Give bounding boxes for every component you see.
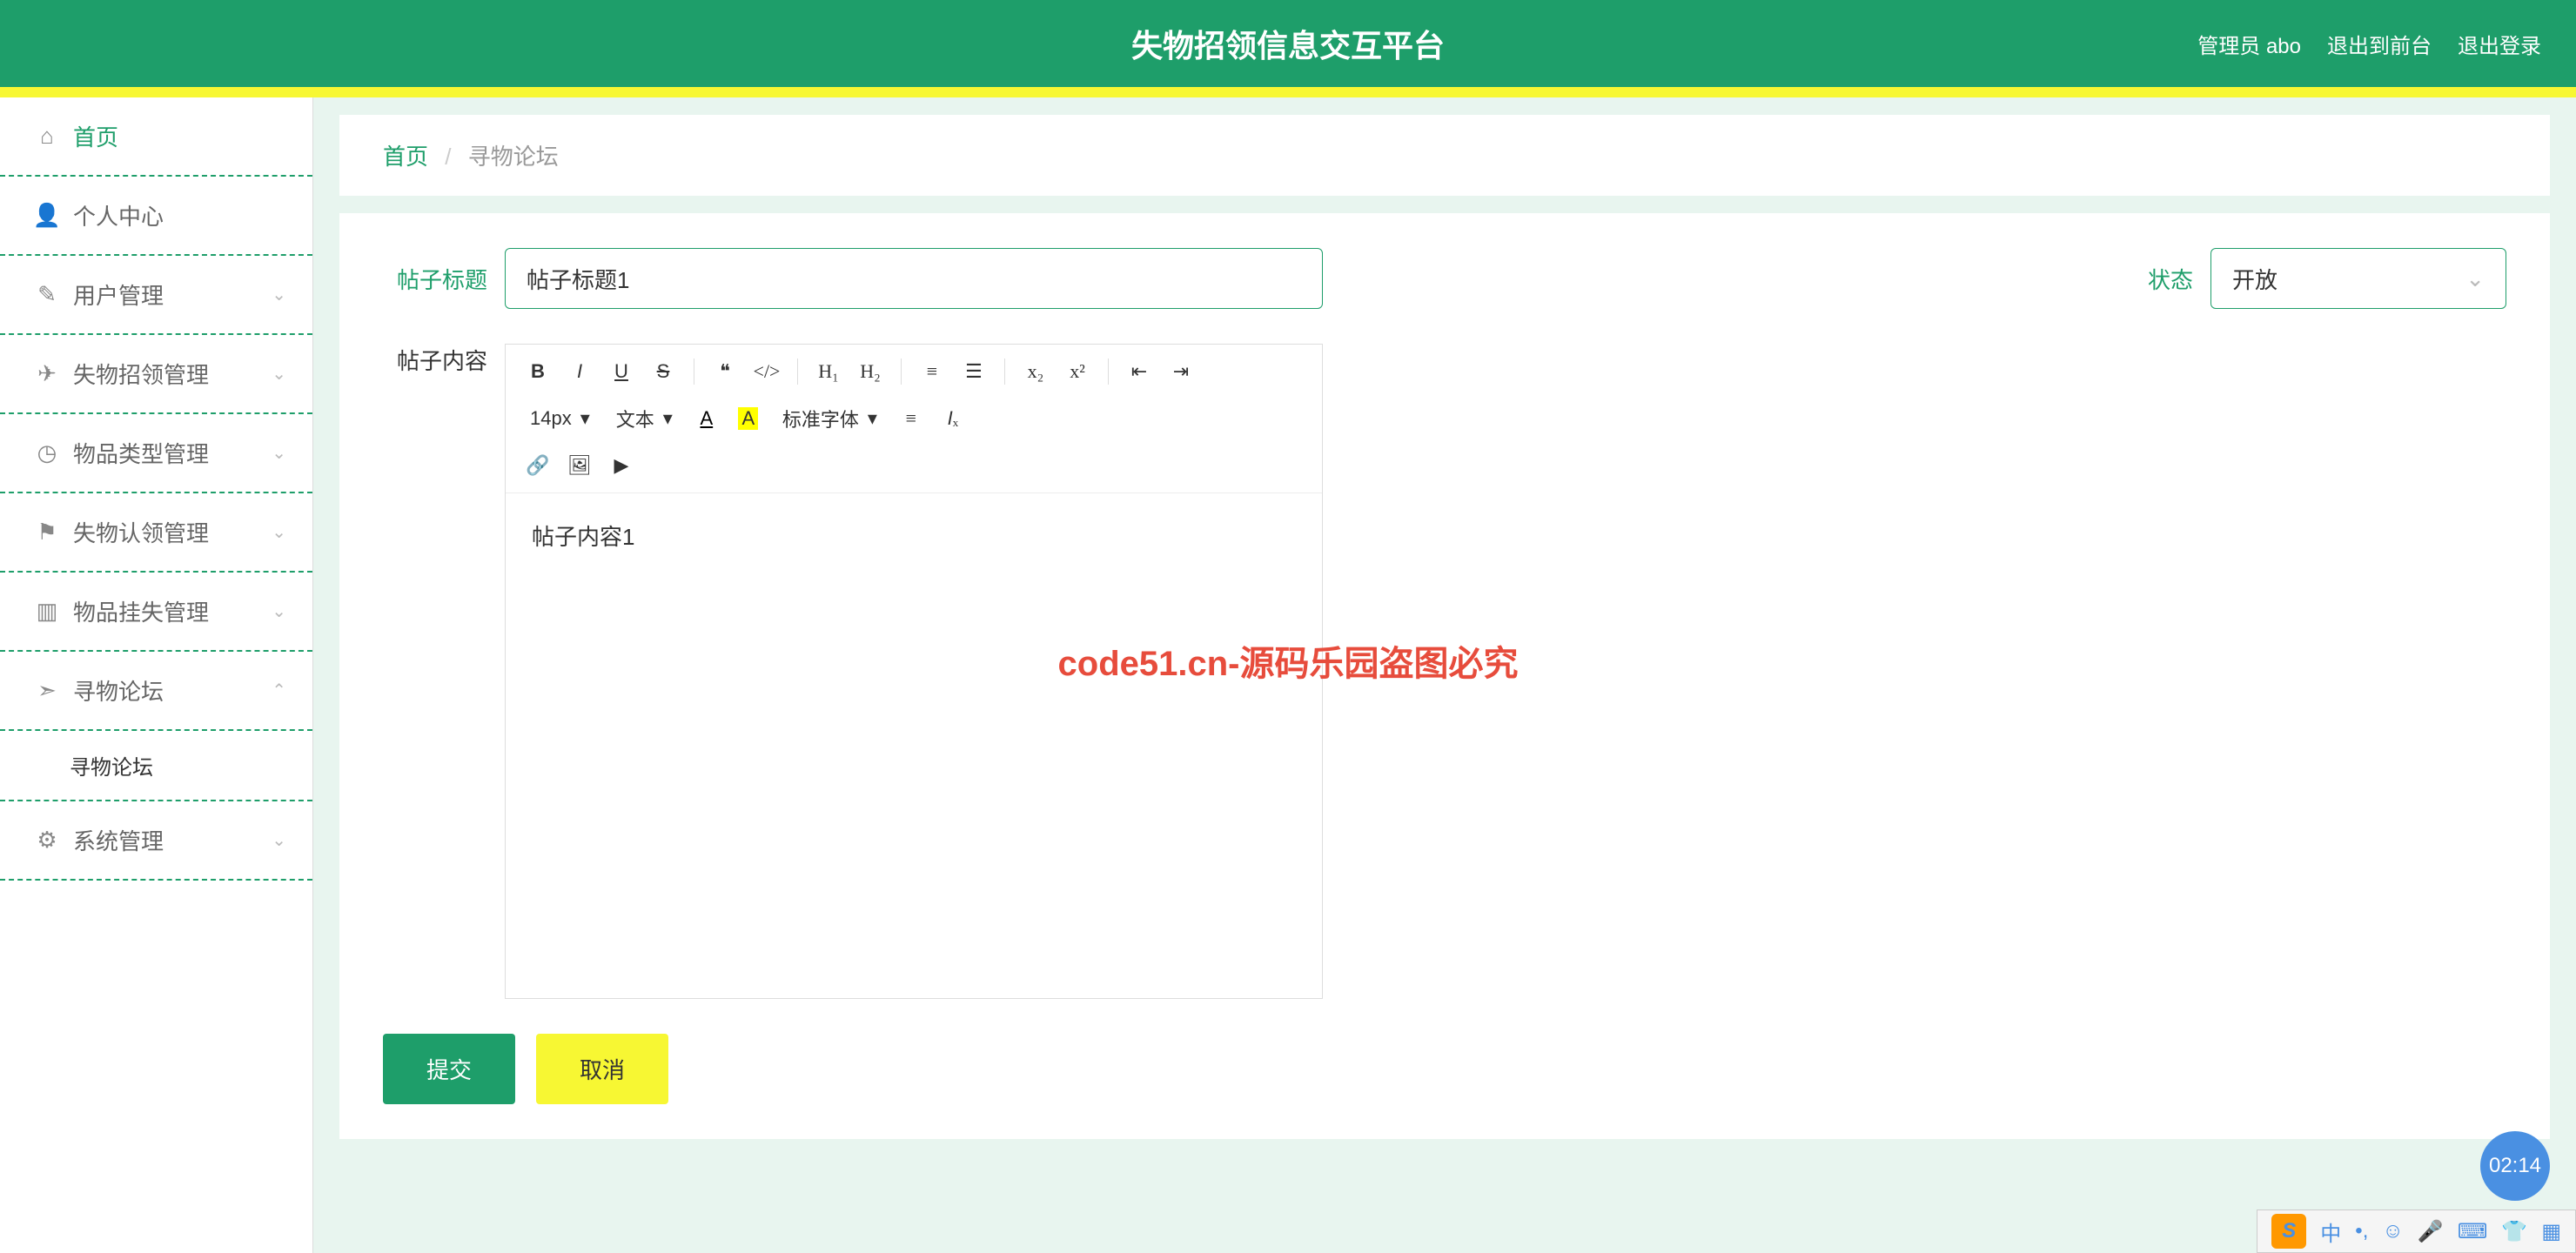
home-icon: ⌂ [35,124,59,149]
editor-content[interactable]: 帖子内容1 [506,493,1322,998]
font-size-select[interactable]: 14px▾ [520,400,600,437]
breadcrumb-current: 寻物论坛 [468,144,559,170]
h2-button[interactable]: H₂ [852,353,889,390]
nav-icon: ➣ [35,679,59,703]
header-actions: 管理员 abo 退出到前台 退出登录 [2197,29,2541,59]
indent-left-button[interactable]: ⇤ [1121,353,1157,390]
sidebar-item-label: 系统管理 [73,824,164,856]
ime-logo-icon[interactable]: S [2271,1214,2306,1249]
image-button[interactable]: 🖼 [561,447,598,484]
sidebar: ⌂ 首页 👤 个人中心 ✎ 用户管理 ⌄ ✈ 失物招领管理 ⌄ ◷ 物品类型管理… [0,97,313,1253]
italic-button[interactable]: I [561,353,598,390]
strike-button[interactable]: S [645,353,681,390]
title-label: 帖子标题 [383,263,487,295]
link-button[interactable]: 🔗 [520,447,556,484]
style-select[interactable]: 文本▾ [606,400,683,437]
ime-emoji-icon[interactable]: ☺ [2382,1219,2404,1243]
bars-icon: ▥ [35,600,59,624]
cancel-button[interactable]: 取消 [536,1034,668,1104]
sidebar-item-claim[interactable]: ⚑ 失物认领管理 ⌄ [0,493,312,573]
breadcrumb-sep: / [445,144,451,170]
sidebar-item-users[interactable]: ✎ 用户管理 ⌄ [0,256,312,335]
clock-badge: 02:14 [2480,1131,2550,1201]
sidebar-item-label: 物品挂失管理 [73,595,209,627]
sidebar-item-lostreport[interactable]: ▥ 物品挂失管理 ⌄ [0,573,312,652]
sidebar-item-label: 失物认领管理 [73,516,209,548]
status-select[interactable]: 开放 ⌄ [2210,248,2506,309]
text-color-button[interactable]: A [688,400,725,437]
back-to-front-link[interactable]: 退出到前台 [2327,29,2432,59]
sidebar-item-forum[interactable]: ➣ 寻物论坛 ⌃ [0,652,312,731]
subscript-button[interactable]: x₂ [1017,353,1054,390]
font-family-select[interactable]: 标准字体▾ [772,400,888,437]
underline-button[interactable]: U [603,353,640,390]
sidebar-item-itemtype[interactable]: ◷ 物品类型管理 ⌄ [0,414,312,493]
clear-format-button[interactable]: Iₓ [935,400,971,437]
ime-bar: S 中 •, ☺ 🎤 ⌨ 👕 ▦ [2257,1209,2576,1253]
send-icon: ✈ [35,362,59,386]
header-bar: 失物招领信息交互平台 管理员 abo 退出到前台 退出登录 [0,0,2576,87]
sidebar-item-label: 用户管理 [73,278,164,311]
edit-icon: ✎ [35,283,59,307]
sidebar-item-label: 首页 [73,120,118,152]
bold-button[interactable]: B [520,353,556,390]
ol-button[interactable]: ≡ [914,353,950,390]
h1-button[interactable]: H₁ [810,353,847,390]
watermark-overlay-text: code51.cn-源码乐园盗图必究 [1058,635,1519,686]
content-label: 帖子内容 [383,344,487,376]
status-label: 状态 [2089,263,2193,295]
video-button[interactable]: ▶ [603,447,640,484]
gear-icon: ⚙ [35,828,59,853]
user-icon: 👤 [35,204,59,228]
sidebar-subitem-forum[interactable]: 寻物论坛 [0,731,312,801]
status-value: 开放 [2232,263,2277,295]
chevron-down-icon: ⌄ [272,521,286,543]
sidebar-item-label: 寻物论坛 [73,674,164,707]
accent-bar [0,87,2576,97]
sidebar-item-lostfound[interactable]: ✈ 失物招领管理 ⌄ [0,335,312,414]
chevron-down-icon: ⌄ [272,600,286,622]
sidebar-item-label: 失物招领管理 [73,358,209,390]
align-button[interactable]: ≡ [893,400,929,437]
ime-tool-icon[interactable]: ▦ [2541,1219,2561,1244]
flag-icon: ⚑ [35,520,59,545]
indent-right-button[interactable]: ⇥ [1163,353,1199,390]
ime-keyboard-icon[interactable]: ⌨ [2458,1219,2488,1244]
breadcrumb: 首页 / 寻物论坛 [339,115,2550,196]
chevron-down-icon: ⌄ [272,442,286,464]
title-input[interactable] [505,248,1323,309]
chevron-down-icon: ⌄ [272,284,286,305]
sidebar-item-profile[interactable]: 👤 个人中心 [0,177,312,256]
quote-button[interactable]: ❝ [707,353,743,390]
ime-skin-icon[interactable]: 👕 [2501,1219,2527,1244]
sidebar-item-system[interactable]: ⚙ 系统管理 ⌄ [0,801,312,881]
ime-punct-icon[interactable]: •, [2355,1219,2368,1243]
sidebar-item-label: 物品类型管理 [73,437,209,469]
editor-toolbar: B I U S ❝ </> H₁ H₂ ≡ ☰ [506,345,1322,493]
chevron-up-icon: ⌃ [272,680,286,701]
chevron-down-icon: ⌄ [2465,265,2485,292]
admin-label[interactable]: 管理员 abo [2197,29,2301,59]
clock-icon: ◷ [35,441,59,466]
logout-link[interactable]: 退出登录 [2458,29,2541,59]
submit-button[interactable]: 提交 [383,1034,515,1104]
superscript-button[interactable]: x² [1059,353,1096,390]
bg-color-button[interactable]: A [730,400,767,437]
sidebar-item-home[interactable]: ⌂ 首页 [0,97,312,177]
code-button[interactable]: </> [748,353,785,390]
chevron-down-icon: ⌄ [272,829,286,851]
chevron-down-icon: ⌄ [272,363,286,385]
sidebar-item-label: 个人中心 [73,199,164,231]
breadcrumb-home[interactable]: 首页 [383,144,428,170]
ime-mic-icon[interactable]: 🎤 [2418,1219,2444,1244]
ime-lang[interactable]: 中 [2320,1216,2341,1247]
ul-button[interactable]: ☰ [956,353,992,390]
app-title: 失物招领信息交互平台 [0,21,2576,66]
